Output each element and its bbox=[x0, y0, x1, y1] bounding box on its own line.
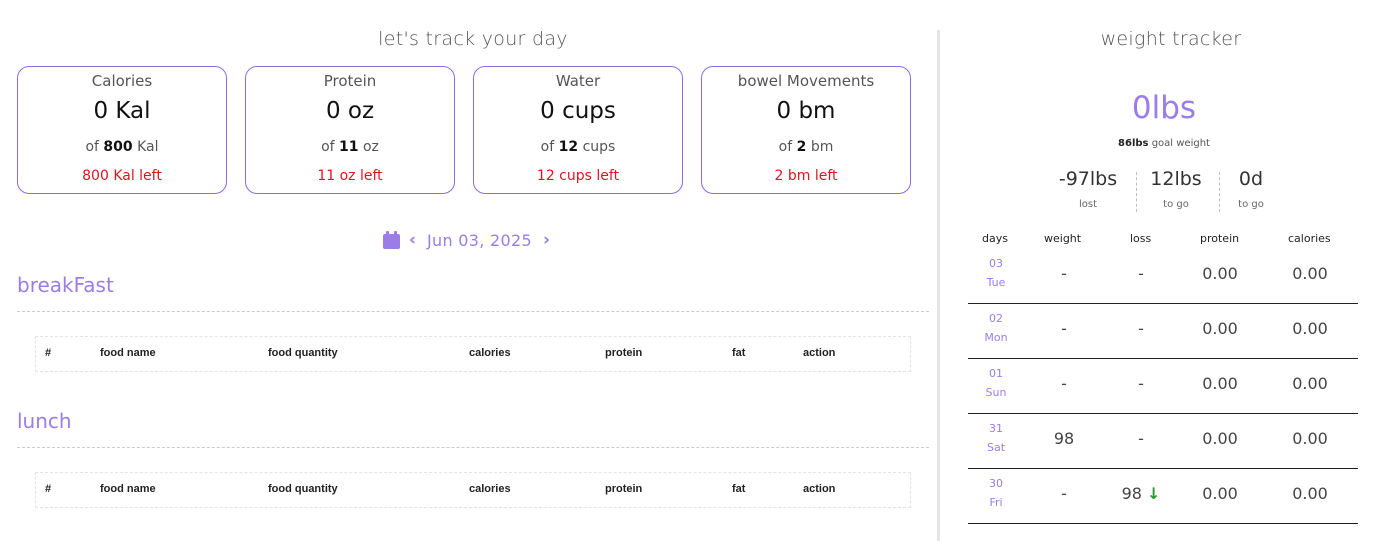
card-value: 0 Kal bbox=[93, 98, 151, 124]
card-value: 0 oz bbox=[325, 98, 375, 124]
card-goal: of 11 oz bbox=[321, 139, 379, 155]
row-calories: 0.00 bbox=[1292, 484, 1328, 503]
row-loss: - bbox=[1138, 374, 1144, 393]
col-protein: protein bbox=[1200, 232, 1240, 245]
date-navigator: ‹ Jun 03, 2025 › bbox=[383, 228, 550, 252]
row-calories: 0.00 bbox=[1292, 374, 1328, 393]
card-remaining: 800 Kal left bbox=[82, 168, 162, 184]
card-value: 0 bm bbox=[776, 98, 836, 124]
col-food-name: food name bbox=[100, 483, 156, 495]
row-weight: 98 bbox=[1053, 429, 1075, 448]
row-protein: 0.00 bbox=[1202, 374, 1238, 393]
row-weekday: Sun bbox=[985, 386, 1007, 399]
lunch-table-header: # food name food quantity calories prote… bbox=[35, 472, 911, 508]
daily-tracker-panel: let's track your day Calories 0 Kal of 8… bbox=[0, 0, 935, 541]
card-goal: of 12 cups bbox=[540, 139, 616, 155]
weight-tracker-panel: weight tracker 0lbs 86lbs goal weight -9… bbox=[960, 0, 1370, 541]
col-index: # bbox=[45, 347, 52, 359]
col-food-quantity: food quantity bbox=[268, 483, 338, 495]
stat-lost: -97lbs lost bbox=[1058, 168, 1118, 210]
card-title: bowel Movements bbox=[737, 72, 875, 90]
weight-table-row: 01 Sun - - 0.00 0.00 bbox=[968, 359, 1358, 414]
card-title: Water bbox=[555, 72, 601, 90]
goal-weight: 86lbs goal weight bbox=[1118, 138, 1210, 149]
stat-separator bbox=[1219, 172, 1220, 212]
row-calories: 0.00 bbox=[1292, 319, 1328, 338]
col-loss: loss bbox=[1130, 232, 1152, 245]
weight-table-row: 30 Fri - 98 ↓ 0.00 0.00 bbox=[968, 469, 1358, 524]
weight-tracker-title: weight tracker bbox=[1100, 28, 1242, 50]
row-weight: - bbox=[1061, 484, 1067, 503]
col-protein: protein bbox=[605, 347, 643, 359]
col-calories: calories bbox=[1288, 232, 1331, 245]
card-remaining: 12 cups left bbox=[536, 168, 620, 184]
chevron-left-icon[interactable]: ‹ bbox=[409, 230, 416, 250]
card-goal: of 800 Kal bbox=[85, 139, 159, 155]
col-action: action bbox=[803, 347, 836, 359]
row-loss: - bbox=[1138, 319, 1144, 338]
row-weekday: Mon bbox=[984, 331, 1008, 344]
protein-card: Protein 0 oz of 11 oz 11 oz left bbox=[245, 66, 455, 194]
row-loss: - bbox=[1138, 429, 1144, 448]
col-index: # bbox=[45, 483, 52, 495]
row-weekday: Sat bbox=[986, 441, 1006, 454]
row-weekday: Tue bbox=[986, 276, 1006, 289]
row-protein: 0.00 bbox=[1202, 264, 1238, 283]
stat-to-go-days: 0d to go bbox=[1238, 168, 1264, 210]
col-calories: calories bbox=[469, 483, 511, 495]
card-title: Protein bbox=[323, 72, 377, 90]
row-protein: 0.00 bbox=[1202, 484, 1238, 503]
current-weight: 0lbs bbox=[1131, 90, 1197, 126]
row-date: 31 bbox=[989, 422, 1003, 435]
meal-title-breakfast: breakFast bbox=[17, 273, 114, 297]
weight-table-row: 02 Mon - - 0.00 0.00 bbox=[968, 304, 1358, 359]
meal-title-lunch: lunch bbox=[17, 409, 72, 433]
stat-separator bbox=[1136, 172, 1137, 212]
card-goal: of 2 bm bbox=[778, 139, 834, 155]
col-calories: calories bbox=[469, 347, 511, 359]
calories-card: Calories 0 Kal of 800 Kal 800 Kal left bbox=[17, 66, 227, 194]
weight-table-row: 03 Tue - - 0.00 0.00 bbox=[968, 249, 1358, 304]
col-food-quantity: food quantity bbox=[268, 347, 338, 359]
col-protein: protein bbox=[605, 483, 643, 495]
row-date: 03 bbox=[989, 257, 1003, 270]
col-action: action bbox=[803, 483, 836, 495]
chevron-right-icon[interactable]: › bbox=[543, 230, 550, 250]
row-loss: - bbox=[1138, 264, 1144, 283]
row-protein: 0.00 bbox=[1202, 319, 1238, 338]
divider bbox=[17, 311, 929, 312]
current-date[interactable]: Jun 03, 2025 bbox=[427, 231, 532, 250]
card-title: Calories bbox=[91, 72, 153, 90]
breakfast-table-header: # food name food quantity calories prote… bbox=[35, 336, 911, 372]
row-calories: 0.00 bbox=[1292, 264, 1328, 283]
col-fat: fat bbox=[732, 483, 746, 495]
stat-to-go-weight: 12lbs to go bbox=[1150, 168, 1202, 210]
row-calories: 0.00 bbox=[1292, 429, 1328, 448]
panel-divider bbox=[937, 30, 940, 541]
calendar-icon[interactable] bbox=[383, 231, 400, 249]
row-weight: - bbox=[1061, 264, 1067, 283]
row-weight: - bbox=[1061, 374, 1067, 393]
divider bbox=[17, 447, 929, 448]
row-date: 30 bbox=[989, 477, 1003, 490]
row-loss: 98 ↓ bbox=[1121, 484, 1161, 503]
row-date: 02 bbox=[989, 312, 1003, 325]
col-fat: fat bbox=[732, 347, 746, 359]
bowel-movements-card: bowel Movements 0 bm of 2 bm 2 bm left bbox=[701, 66, 911, 194]
card-remaining: 11 oz left bbox=[317, 168, 383, 184]
card-remaining: 2 bm left bbox=[774, 168, 838, 184]
arrow-down-icon: ↓ bbox=[1147, 484, 1161, 503]
daily-tracker-title: let's track your day bbox=[378, 28, 568, 50]
row-date: 01 bbox=[989, 367, 1003, 380]
col-food-name: food name bbox=[100, 347, 156, 359]
card-value: 0 cups bbox=[540, 98, 616, 124]
row-weekday: Fri bbox=[989, 496, 1003, 509]
weight-table-row: 31 Sat 98 - 0.00 0.00 bbox=[968, 414, 1358, 469]
col-weight: weight bbox=[1044, 232, 1082, 245]
row-protein: 0.00 bbox=[1202, 429, 1238, 448]
water-card: Water 0 cups of 12 cups 12 cups left bbox=[473, 66, 683, 194]
col-days: days bbox=[982, 232, 1008, 245]
row-weight: - bbox=[1061, 319, 1067, 338]
